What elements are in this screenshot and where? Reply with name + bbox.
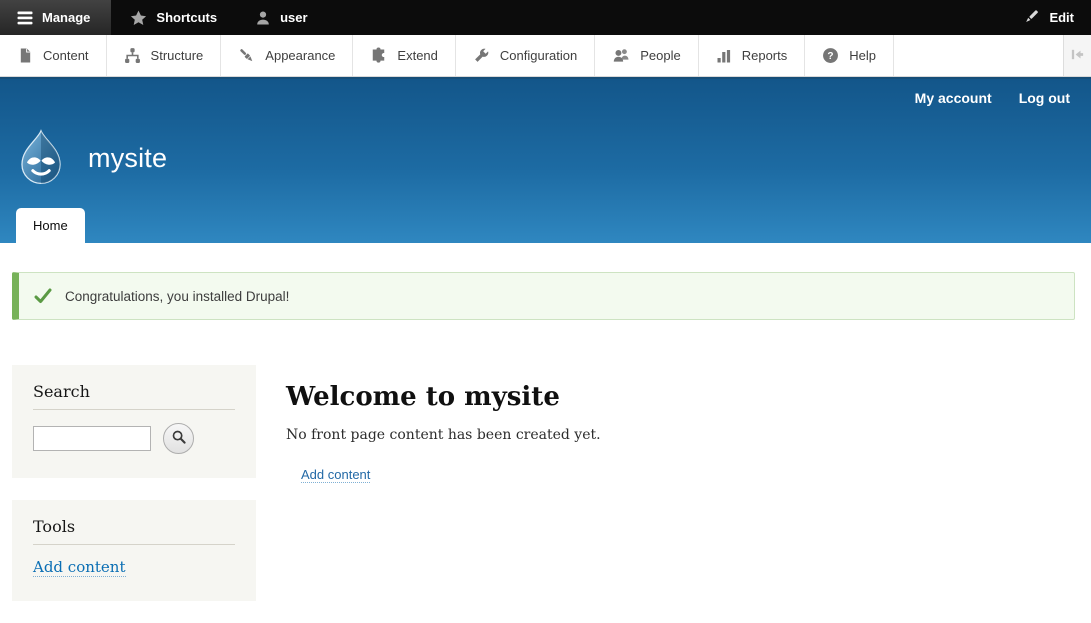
search-block: Search [12, 365, 256, 478]
tab-configuration[interactable]: Configuration [456, 35, 595, 76]
user-tab-label: user [280, 10, 307, 25]
admin-toolbar-tray: Content Structure Appearance Extend Conf… [0, 35, 1091, 77]
hamburger-icon [17, 11, 33, 25]
search-submit-button[interactable] [163, 423, 194, 454]
site-header: My account Log out mysite Home [0, 77, 1091, 243]
empty-front-page-text: No front page content has been created y… [286, 427, 1079, 443]
site-name[interactable]: mysite [88, 143, 167, 174]
tools-block-title: Tools [33, 517, 235, 536]
shortcuts-tab[interactable]: Shortcuts [111, 0, 236, 35]
file-icon [18, 47, 33, 64]
page-layout: Search Tools Add content Welcome to [12, 365, 1079, 623]
tab-label: Help [849, 48, 876, 63]
people-icon [612, 47, 630, 64]
block-divider [33, 544, 235, 545]
bar-chart-icon [716, 47, 732, 64]
shortcuts-tab-label: Shortcuts [156, 10, 217, 25]
sidebar: Search Tools Add content [12, 365, 256, 623]
tab-people[interactable]: People [595, 35, 698, 76]
site-branding: mysite [12, 129, 167, 187]
sitemap-icon [124, 47, 141, 64]
question-icon: ? [822, 47, 839, 64]
collapse-arrow-icon [1070, 47, 1085, 65]
wrench-icon [473, 47, 490, 64]
tab-label: People [640, 48, 680, 63]
tab-appearance[interactable]: Appearance [221, 35, 353, 76]
secondary-menu: My account Log out [915, 90, 1070, 106]
add-content-action-link[interactable]: Add content [301, 467, 370, 483]
tools-add-content-link[interactable]: Add content [33, 558, 126, 577]
search-block-title: Search [33, 382, 235, 401]
log-out-link[interactable]: Log out [1019, 90, 1070, 106]
block-divider [33, 409, 235, 410]
pencil-icon [1023, 8, 1040, 28]
page-title: Welcome to mysite [286, 382, 1079, 412]
main-content-area: Congratulations, you installed Drupal! S… [0, 272, 1091, 623]
tab-home[interactable]: Home [16, 208, 85, 243]
admin-menu-tabs: Content Structure Appearance Extend Conf… [0, 35, 894, 76]
content-region: Welcome to mysite No front page content … [286, 365, 1079, 623]
status-message: Congratulations, you installed Drupal! [12, 272, 1075, 320]
primary-tabs: Home [16, 208, 85, 243]
admin-toolbar-bar: Manage Shortcuts user Edit [0, 0, 1091, 35]
svg-text:?: ? [828, 51, 834, 62]
drupal-drop-logo[interactable] [12, 129, 70, 187]
edit-button-label: Edit [1049, 10, 1074, 25]
tab-label: Reports [742, 48, 788, 63]
tab-label: Configuration [500, 48, 577, 63]
puzzle-icon [370, 47, 387, 64]
manage-tab-label: Manage [42, 10, 90, 25]
tools-block: Tools Add content [12, 500, 256, 601]
my-account-link[interactable]: My account [915, 90, 992, 106]
magnifier-icon [171, 429, 187, 448]
tab-structure[interactable]: Structure [107, 35, 222, 76]
collapse-tray-button[interactable] [1063, 35, 1091, 76]
user-tab[interactable]: user [236, 0, 326, 35]
user-icon [255, 10, 271, 26]
star-icon [130, 10, 147, 26]
tab-help[interactable]: ? Help [805, 35, 894, 76]
tab-content[interactable]: Content [0, 35, 107, 76]
tab-reports[interactable]: Reports [699, 35, 806, 76]
tab-label: Structure [151, 48, 204, 63]
edit-button[interactable]: Edit [1006, 0, 1091, 35]
tab-extend[interactable]: Extend [353, 35, 455, 76]
checkmark-icon [34, 288, 52, 304]
paintbrush-icon [238, 47, 255, 64]
status-message-text: Congratulations, you installed Drupal! [65, 289, 289, 304]
manage-tab[interactable]: Manage [0, 0, 111, 35]
tab-label: Appearance [265, 48, 335, 63]
admin-toolbar-left: Manage Shortcuts user [0, 0, 327, 35]
tab-label: Content [43, 48, 89, 63]
tab-label: Extend [397, 48, 437, 63]
search-input[interactable] [33, 426, 151, 451]
